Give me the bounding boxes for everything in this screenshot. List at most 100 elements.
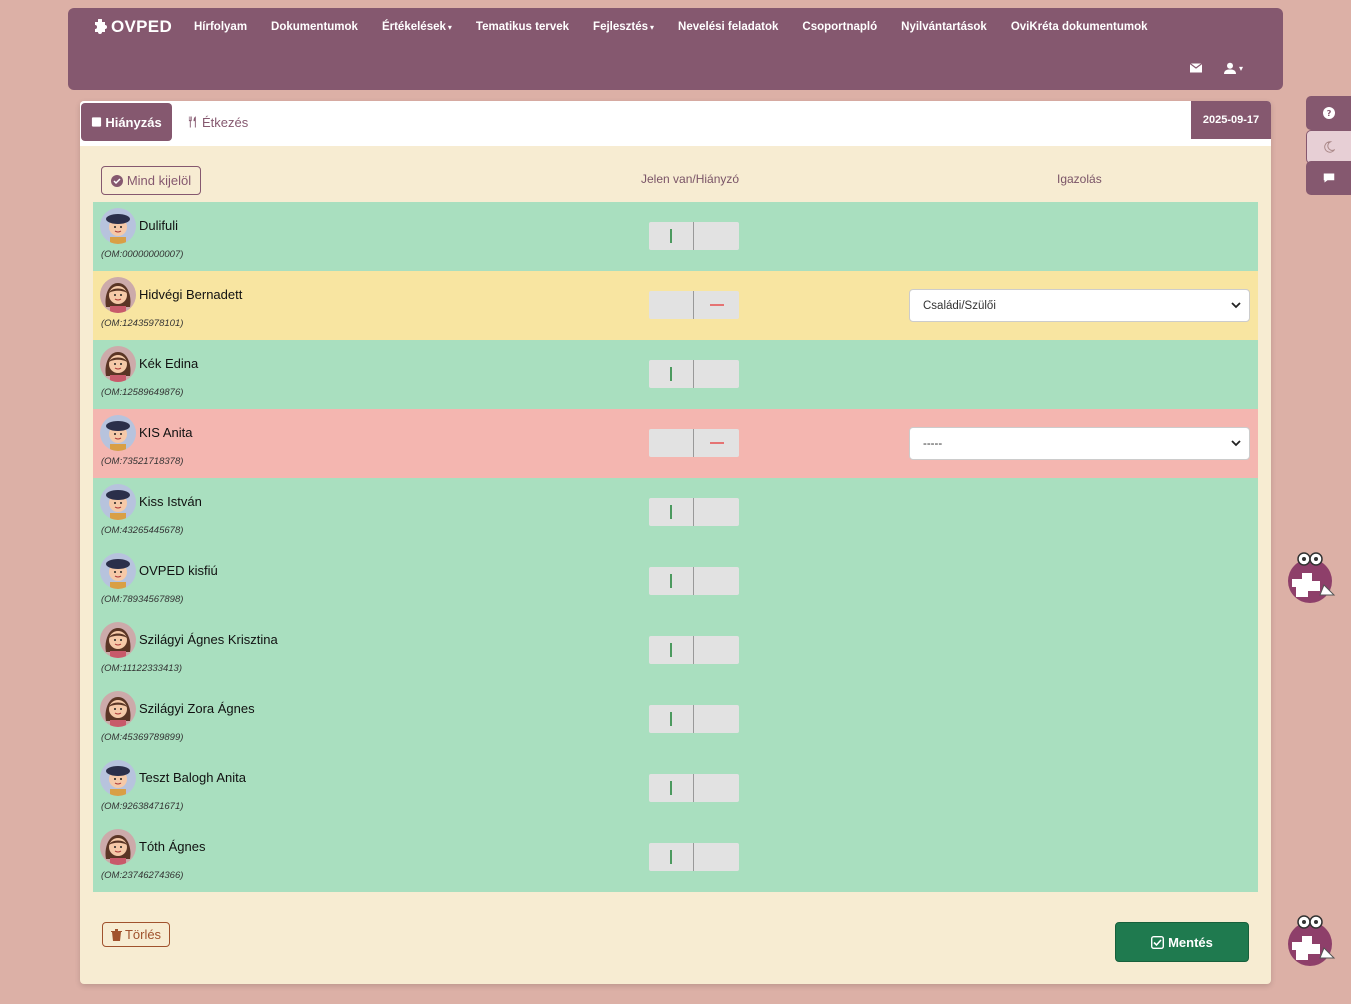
presence-toggle[interactable]	[649, 498, 739, 526]
help-button[interactable]: ?	[1306, 96, 1351, 130]
present-half[interactable]	[649, 291, 694, 319]
mail-icon[interactable]	[1189, 62, 1202, 74]
present-indicator	[670, 643, 672, 657]
select-all-button[interactable]: Mind kijelöl	[101, 166, 201, 195]
present-half[interactable]	[649, 705, 694, 733]
absent-half[interactable]	[694, 774, 739, 802]
presence-toggle[interactable]	[649, 360, 739, 388]
avatar	[100, 622, 136, 658]
absent-half[interactable]	[694, 705, 739, 733]
present-half[interactable]	[649, 843, 694, 871]
chat-button[interactable]	[1306, 161, 1351, 195]
presence-toggle[interactable]	[649, 774, 739, 802]
chevron-down-icon: ▾	[447, 23, 452, 32]
puzzle-icon	[95, 19, 107, 34]
nav-item-label: Hírfolyam	[194, 21, 248, 33]
student-row: Kiss István (OM:43265445678)	[93, 478, 1258, 547]
presence-toggle[interactable]	[649, 843, 739, 871]
mascot-helper-top[interactable]	[1280, 549, 1340, 605]
brand-logo[interactable]: OVPED	[92, 17, 172, 37]
tab-meals[interactable]: Étkezés	[188, 103, 248, 141]
mascot-helper-bottom[interactable]	[1280, 912, 1340, 968]
absent-half[interactable]	[694, 360, 739, 388]
absent-half[interactable]	[694, 843, 739, 871]
nav-item[interactable]: Értékelések ▾	[382, 21, 452, 33]
chevron-down-icon: ▾	[650, 23, 655, 32]
student-om-id: (OM:78934567898)	[101, 594, 184, 605]
present-half[interactable]	[649, 774, 694, 802]
student-name: Teszt Balogh Anita	[139, 770, 246, 785]
nav-item-label: OviKréta dokumentumok	[1010, 21, 1148, 33]
student-name: OVPED kisfiú	[139, 563, 218, 578]
presence-toggle[interactable]	[649, 222, 739, 250]
tab-absence-label: Hiányzás	[105, 114, 162, 130]
justification-select[interactable]: -----	[909, 427, 1250, 460]
presence-toggle[interactable]	[649, 429, 739, 457]
student-row: KIS Anita (OM:73521718378) -----	[93, 409, 1258, 478]
present-half[interactable]	[649, 636, 694, 664]
delete-button[interactable]: Törlés	[102, 922, 170, 947]
chevron-down-icon: ▾	[1238, 63, 1243, 73]
student-row: Hidvégi Bernadett (OM:12435978101) Családi…	[93, 271, 1258, 340]
nav-item[interactable]: Hírfolyam	[194, 21, 247, 33]
present-indicator	[670, 781, 672, 795]
present-half[interactable]	[649, 429, 694, 457]
student-name: KIS Anita	[139, 425, 193, 440]
presence-toggle[interactable]	[649, 567, 739, 595]
cutlery-icon	[188, 116, 196, 128]
avatar	[100, 277, 136, 313]
check-circle-icon	[110, 174, 123, 187]
absent-half[interactable]	[694, 567, 739, 595]
tab-absence[interactable]: Hiányzás	[81, 103, 172, 141]
absent-half[interactable]	[694, 222, 739, 250]
nav-item[interactable]: OviKréta dokumentumok	[1011, 21, 1148, 33]
presence-toggle[interactable]	[649, 636, 739, 664]
nav-item-label: Tematikus tervek	[475, 21, 570, 33]
tab-meals-label: Étkezés	[202, 114, 249, 130]
nav-item[interactable]: Fejlesztés ▾	[593, 21, 654, 33]
save-label: Mentés	[1168, 934, 1213, 950]
student-om-id: (OM:00000000007)	[101, 249, 184, 260]
absent-half[interactable]	[694, 291, 739, 319]
present-half[interactable]	[649, 498, 694, 526]
student-name: Szilágyi Ágnes Krisztina	[139, 632, 278, 647]
student-om-id: (OM:92638471671)	[101, 801, 184, 812]
justification-value: Családi/Szülői	[923, 299, 996, 312]
nav-item-label: Nevelési feladatok	[678, 21, 779, 33]
student-row: Szilágyi Ágnes Krisztina (OM:11122333413)	[93, 616, 1258, 685]
nav-item-label: Értékelések	[381, 21, 446, 33]
present-indicator	[670, 367, 672, 381]
user-icon	[1223, 62, 1236, 74]
dark-mode-toggle[interactable]	[1306, 130, 1351, 164]
nav-item[interactable]: Tematikus tervek	[476, 21, 569, 33]
absent-half[interactable]	[694, 429, 739, 457]
absent-half[interactable]	[694, 636, 739, 664]
presence-toggle[interactable]	[649, 291, 739, 319]
student-om-id: (OM:45369789899)	[101, 732, 184, 743]
nav-item[interactable]: Nevelési feladatok	[678, 21, 778, 33]
nav-item[interactable]: Nyilvántartások	[901, 21, 987, 33]
student-name: Dulifuli	[139, 218, 179, 233]
select-all-label: Mind kijelöl	[126, 173, 192, 188]
nav-item[interactable]: Csoportnapló	[802, 21, 877, 33]
attendance-card: Hiányzás Étkezés 2025-09-17 Mind kijelöl…	[80, 101, 1271, 984]
save-button[interactable]: Mentés	[1115, 922, 1249, 962]
justification-select[interactable]: Családi/Szülői	[909, 289, 1250, 322]
nav-item-label: Dokumentumok	[271, 21, 358, 33]
absent-half[interactable]	[694, 498, 739, 526]
student-name: Kiss István	[139, 494, 202, 509]
student-list: Dulifuli (OM:00000000007) Hidvégi Bernadet…	[93, 202, 1258, 892]
mascot-icon	[1288, 915, 1336, 966]
date-badge[interactable]: 2025-09-17	[1191, 101, 1271, 139]
present-half[interactable]	[649, 360, 694, 388]
user-menu[interactable]: ▾	[1223, 62, 1243, 74]
mascot-icon	[1288, 552, 1336, 603]
student-om-id: (OM:11122333413)	[101, 663, 182, 674]
student-om-id: (OM:12589649876)	[101, 387, 184, 398]
student-om-id: (OM:73521718378)	[101, 456, 184, 467]
trash-icon	[110, 928, 122, 941]
presence-toggle[interactable]	[649, 705, 739, 733]
present-half[interactable]	[649, 567, 694, 595]
present-half[interactable]	[649, 222, 694, 250]
nav-item[interactable]: Dokumentumok	[271, 21, 358, 33]
